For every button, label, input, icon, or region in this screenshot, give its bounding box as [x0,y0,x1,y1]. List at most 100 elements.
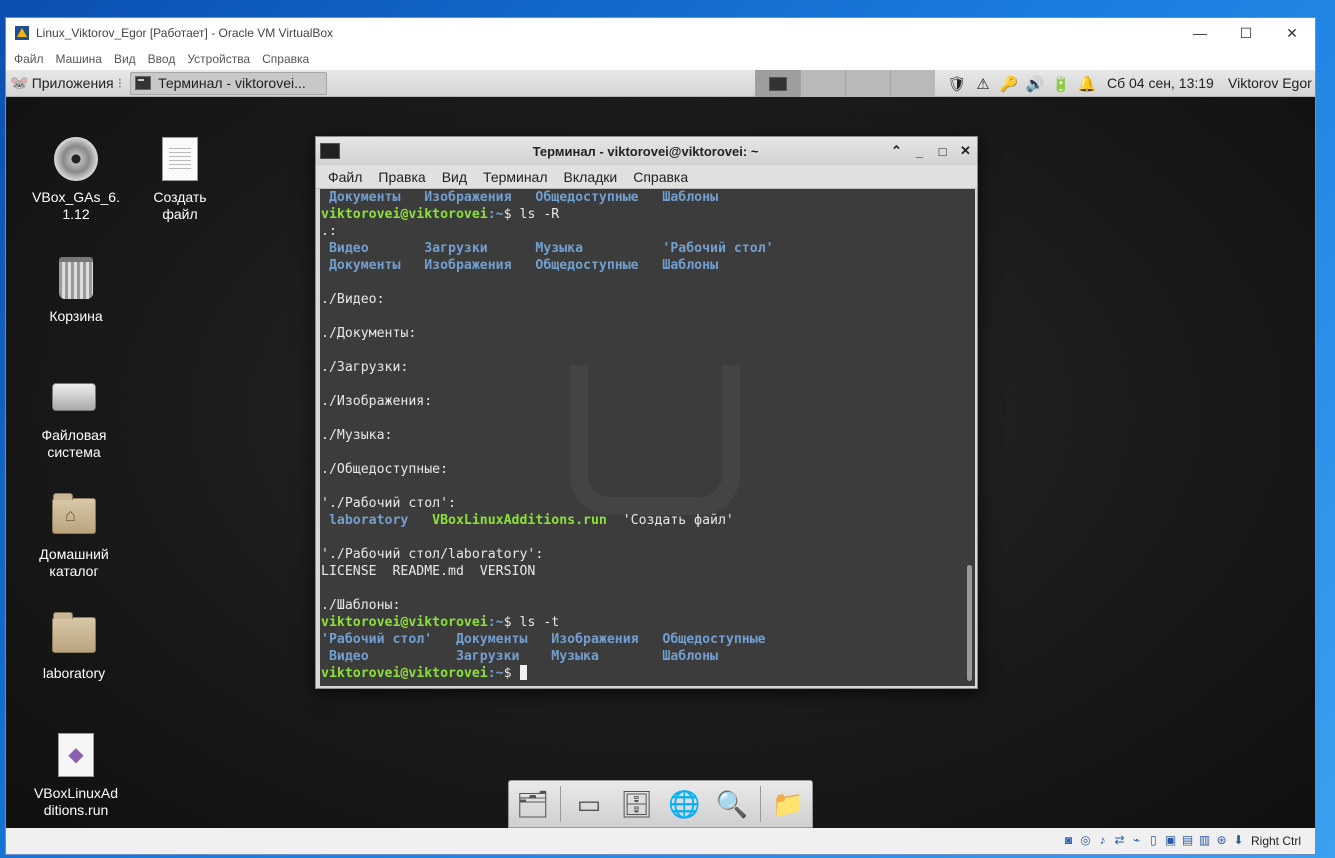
maximize-button[interactable]: ☐ [1223,18,1269,48]
directory-entry: Документы [432,632,528,647]
network-adapter-icon[interactable]: ⇄ [1111,833,1128,849]
warning-icon[interactable]: ⚠ [970,75,996,93]
audio-icon[interactable]: ♪ [1094,833,1111,849]
prompt-path: :~ [487,666,504,681]
output-text: ./Загрузки: [321,360,409,375]
desktop-icon-label: Создать файл [153,189,207,222]
recording-icon[interactable]: ▤ [1179,833,1196,849]
desktop-icon-label: laboratory [42,665,106,681]
terminal-line: Документы Изображения Общедоступные Шабл… [321,189,964,206]
executable-entry: VBoxLinuxAdditions.run [408,513,607,528]
desktop-icon-vboxlinuxadditions[interactable]: ◆ VBoxLinuxAd ditions.run [21,731,131,819]
taskbar-terminal-button[interactable]: Терминал - viktorovei... [130,71,328,95]
directory-entry: Шаблоны [638,190,719,205]
applications-label: Приложения [31,75,114,91]
workspace-window-thumb [769,76,787,91]
notification-bell-icon[interactable]: 🔔 [1074,75,1100,93]
minimize-button[interactable]: — [1177,18,1223,48]
host-key-label: Right Ctrl [1250,834,1301,848]
desktop-icon-label: VBox_GAs_6. 1.12 [32,189,120,222]
close-button[interactable]: ✕ [1269,18,1315,48]
terminal-menu-terminal[interactable]: Терминал [475,169,555,185]
output-text: LICENSE README.md VERSION [321,564,536,579]
terminal-menu-file[interactable]: Файл [320,169,370,185]
terminal-window[interactable]: Терминал - viktorovei@viktorovei: ~ ⌃ _ … [315,136,978,689]
home-folder-icon: ⌂ [50,492,98,540]
directory-entry: 'Рабочий стол' [321,632,433,647]
guest-screen[interactable]: 🐭 Приложения ⁝ Терминал - viktorovei... … [6,70,1315,828]
directory-entry: Шаблоны [598,649,718,664]
vbox-titlebar[interactable]: Linux_Viktorov_Egor [Работает] - Oracle … [6,18,1315,48]
terminal-line: ./Видео: [321,291,964,308]
terminal-menu-edit[interactable]: Правка [370,169,433,185]
cpu-icon[interactable]: ▥ [1196,833,1213,849]
virtualbox-window: Linux_Viktorov_Egor [Работает] - Oracle … [5,17,1316,855]
browser-icon[interactable]: 🌐 [664,784,704,824]
files-icon[interactable]: 🗂 [513,784,553,824]
terminal-line: LICENSE README.md VERSION [321,563,964,580]
menu-input[interactable]: Ввод [144,52,184,66]
terminal-line: viktorovei@viktorovei:~$ ls -R [321,206,964,223]
desktop-icon-filesystem[interactable]: Файловая система [19,373,129,461]
desktop-icon-trash[interactable]: Корзина [21,254,131,325]
desktop-icon-laboratory[interactable]: laboratory [19,611,129,682]
terminal-close-button[interactable]: ✕ [954,143,977,159]
menu-view[interactable]: Вид [110,52,144,66]
search-icon[interactable]: 🔍 [712,784,752,824]
desktop-icon-vbox-gas[interactable]: VBox_GAs_6. 1.12 [21,135,131,223]
workspace-2[interactable] [800,70,845,97]
desktop-icon-label: Файловая система [41,427,107,460]
folder-icon[interactable]: 📁 [768,784,808,824]
roll-up-button[interactable]: ⌃ [885,143,908,159]
keyboard-capture-icon[interactable]: ⬇ [1230,833,1247,849]
terminal-menu-help[interactable]: Справка [625,169,696,185]
output-text: ./Музыка: [321,428,393,443]
desktop-icon[interactable]: ▭ [569,784,609,824]
desktop-icon-create-file[interactable]: Создать файл [125,135,235,223]
mouse-integration-icon[interactable]: ⊛ [1213,833,1230,849]
panel-clock[interactable]: Сб 04 сен, 13:19 [1107,70,1214,97]
dock-separator [759,786,761,822]
menu-help[interactable]: Справка [258,52,317,66]
terminal-menu-view[interactable]: Вид [434,169,475,185]
terminal-scrollbar[interactable] [964,189,975,686]
terminal-maximize-button[interactable]: □ [931,144,954,159]
panel-user[interactable]: Viktorov Egor [1228,70,1312,97]
battery-icon[interactable]: 🔋 [1048,75,1074,93]
terminal-line: ./Шаблоны: [321,597,964,614]
workspace-switcher [755,70,935,97]
terminal-output[interactable]: Документы Изображения Общедоступные Шабл… [320,189,964,686]
dock: 🗂 ▭ 🗄 🌐 🔍 📁 [508,780,813,828]
network-icon[interactable]: 🔑 [996,75,1022,93]
prompt-user: viktorovei@viktorovei [321,615,488,630]
menu-devices[interactable]: Устройства [183,52,258,66]
output-text: ./Изображения: [321,394,433,409]
menu-machine[interactable]: Машина [52,52,110,66]
usb-icon[interactable]: ⌁ [1128,833,1145,849]
terminal-line: viktorovei@viktorovei:~$ [321,665,964,682]
terminal-titlebar[interactable]: Терминал - viktorovei@viktorovei: ~ ⌃ _ … [316,137,977,165]
directory-entry: Шаблоны [638,258,719,273]
prompt-user: viktorovei@viktorovei [321,207,488,222]
terminal-menu-tabs[interactable]: Вкладки [556,169,626,185]
shared-folder-icon[interactable]: ▯ [1145,833,1162,849]
drawer-icon[interactable]: 🗄 [617,784,657,824]
optical-drive-icon[interactable]: ◎ [1077,833,1094,849]
terminal-line: viktorovei@viktorovei:~$ ls -t [321,614,964,631]
applications-menu[interactable]: 🐭 Приложения ⁝ [6,70,130,97]
shield-icon[interactable]: 🛡 [944,75,970,93]
workspace-3[interactable] [845,70,890,97]
virtualbox-icon [15,26,29,40]
volume-icon[interactable]: 🔊 [1022,75,1048,93]
output-text: ./Документы: [321,326,417,341]
hdd-icon[interactable]: ◙ [1060,833,1077,849]
workspace-1[interactable] [755,70,800,97]
display-icon[interactable]: ▣ [1162,833,1179,849]
output-text: './Рабочий стол': [321,496,456,511]
scrollbar-thumb[interactable] [967,565,972,681]
desktop-icon-home[interactable]: ⌂ Домашний каталог [19,492,129,580]
workspace-4[interactable] [890,70,935,97]
menu-file[interactable]: Файл [10,52,52,66]
terminal-minimize-button[interactable]: _ [908,144,931,159]
